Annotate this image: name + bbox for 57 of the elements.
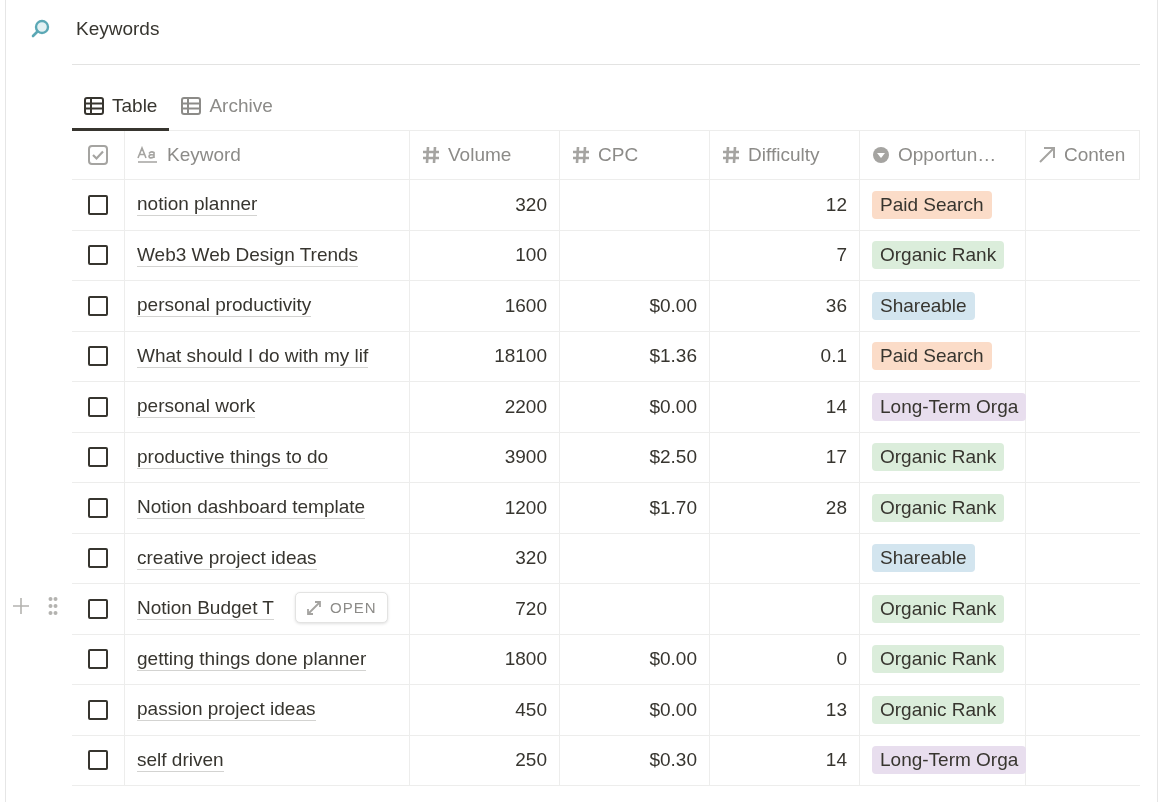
number-text: 0.1 [820, 345, 847, 368]
number-text: 36 [825, 294, 847, 317]
number-text: 7 [836, 244, 847, 267]
number-text: 12 [825, 193, 847, 216]
number-text: 100 [515, 244, 547, 267]
keyword-text[interactable]: passion project ideas [137, 698, 316, 722]
number-text: 14 [825, 395, 847, 418]
number-text: 320 [515, 547, 547, 570]
number-text: 320 [515, 193, 547, 216]
opportunity-tag: Organic Rank [872, 645, 1005, 674]
number-text: $2.50 [649, 446, 697, 469]
number-text: 0 [836, 648, 847, 671]
opportunity-tag: Organic Rank [872, 594, 1005, 623]
view-tab[interactable]: Table [72, 91, 170, 131]
keyword-text[interactable]: What should I do with my lif [137, 344, 369, 368]
number-text: $1.70 [649, 496, 697, 519]
opportunity-tag: Shareable [872, 544, 975, 573]
opportunity-tag: Organic Rank [872, 241, 1005, 270]
number-text: $0.00 [649, 648, 697, 671]
opportunity-tag: Organic Rank [872, 493, 1005, 522]
keyword-text[interactable]: Notion dashboard template [137, 496, 366, 520]
opportunity-tag: Long-Term Orga [872, 746, 1027, 775]
keyword-text[interactable]: productive things to do [137, 445, 329, 469]
keyword-text[interactable]: creative project ideas [137, 546, 317, 570]
number-text: 18100 [494, 345, 547, 368]
opportunity-tag: Shareable [872, 291, 975, 320]
number-text: 1800 [504, 648, 547, 671]
database-title: Keywords [76, 18, 160, 40]
opportunity-tag: Paid Search [872, 190, 992, 219]
opportunity-tag: Paid Search [872, 342, 992, 371]
number-text: 250 [515, 749, 547, 772]
number-text: $0.30 [649, 749, 697, 772]
keyword-text[interactable]: getting things done planner [137, 647, 367, 671]
column-header[interactable]: Conten [1026, 131, 1140, 179]
keyword-text[interactable]: Notion Budget T [137, 597, 274, 621]
number-text: 450 [515, 698, 547, 721]
number-text: 17 [825, 446, 847, 469]
number-text: $0.00 [649, 395, 697, 418]
keyword-text[interactable]: self driven [137, 748, 224, 772]
number-text: $0.00 [649, 698, 697, 721]
number-text: 13 [825, 698, 847, 721]
number-text: $0.00 [649, 294, 697, 317]
number-text: $1.36 [649, 345, 697, 368]
opportunity-tag: Long-Term Orga [872, 392, 1027, 421]
number-text: 720 [515, 597, 547, 620]
number-text: 14 [825, 749, 847, 772]
keyword-text[interactable]: personal productivity [137, 294, 312, 318]
number-text: 28 [825, 496, 847, 519]
number-text: 1200 [504, 496, 547, 519]
keyword-text[interactable]: Web3 Web Design Trends [137, 243, 359, 267]
keyword-text[interactable]: personal work [137, 395, 256, 419]
number-text: 3900 [504, 446, 547, 469]
number-text: 1600 [504, 294, 547, 317]
number-text: 2200 [504, 395, 547, 418]
opportunity-tag: Organic Rank [872, 695, 1005, 724]
opportunity-tag: Organic Rank [872, 443, 1005, 472]
keyword-text[interactable]: notion planner [137, 193, 258, 217]
